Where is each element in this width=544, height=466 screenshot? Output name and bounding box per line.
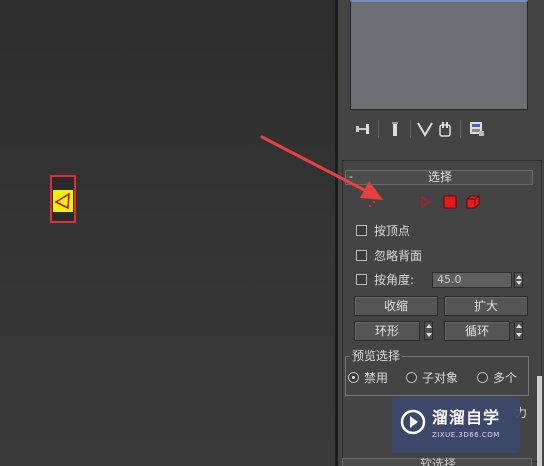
- soft-selection-rollout-header[interactable]: 软选择: [342, 458, 532, 466]
- toolbar-separator: [460, 120, 461, 138]
- watermark-logo-icon: [400, 409, 426, 435]
- loop-spinner-arrows[interactable]: [514, 321, 523, 340]
- remove-modifier-icon[interactable]: [436, 120, 454, 138]
- show-end-result-icon[interactable]: [386, 120, 404, 138]
- angle-spinner-arrows[interactable]: [514, 272, 523, 288]
- ignore-backfacing-checkbox[interactable]: [356, 250, 367, 261]
- by-angle-checkbox[interactable]: [356, 274, 367, 285]
- polygon-icon[interactable]: [442, 194, 458, 210]
- preview-disabled-label: 禁用: [364, 371, 389, 385]
- element-icon[interactable]: [465, 194, 481, 210]
- ignore-backfacing-label: 忽略背面: [374, 249, 423, 263]
- pin-stack-icon[interactable]: [354, 120, 372, 138]
- watermark-subtitle: ZIXUE.3D66.COM: [432, 431, 500, 439]
- watermark-title: 溜溜自学: [432, 408, 501, 427]
- toolbar-separator: [378, 120, 379, 138]
- rollout-collapse-toggle[interactable]: -: [349, 170, 353, 183]
- edge-icon[interactable]: [53, 190, 73, 212]
- make-unique-icon[interactable]: [416, 120, 434, 138]
- grow-button[interactable]: 扩大: [444, 296, 528, 316]
- soft-selection-rollout-title: 软选择: [419, 457, 456, 466]
- modifier-stack-toolbar: [350, 118, 528, 140]
- ring-spinner-arrows[interactable]: [424, 321, 433, 340]
- preview-disabled-radio[interactable]: [348, 372, 359, 383]
- shrink-button[interactable]: 收缩: [354, 296, 438, 316]
- angle-input[interactable]: 45.0: [432, 272, 512, 288]
- preview-selection-legend: 预览选择: [350, 349, 403, 363]
- preview-multi-label: 多个: [493, 371, 518, 385]
- panel-scrollbar[interactable]: [537, 376, 542, 466]
- toolbar-separator: [410, 120, 411, 138]
- by-vertex-checkbox[interactable]: [356, 225, 367, 236]
- selection-rollout-title: 选择: [427, 170, 452, 184]
- selection-rollout-header[interactable]: 选择: [345, 170, 533, 185]
- preview-subobject-radio[interactable]: [406, 372, 417, 383]
- modifier-stack-list[interactable]: [350, 0, 528, 110]
- loop-button[interactable]: 循环: [444, 321, 510, 341]
- vertex-icon[interactable]: [366, 194, 382, 210]
- preview-multi-radio[interactable]: [477, 372, 488, 383]
- by-angle-label: 按角度:: [374, 273, 415, 287]
- preview-subobject-label: 子对象: [422, 371, 459, 385]
- configure-modifier-sets-icon[interactable]: [468, 120, 486, 138]
- by-vertex-label: 按顶点: [374, 224, 411, 238]
- watermark: 溜溜自学 ZIXUE.3D66.COM: [392, 397, 520, 453]
- viewport[interactable]: [0, 0, 335, 466]
- face-icon[interactable]: [418, 194, 434, 210]
- ring-button[interactable]: 环形: [354, 321, 420, 341]
